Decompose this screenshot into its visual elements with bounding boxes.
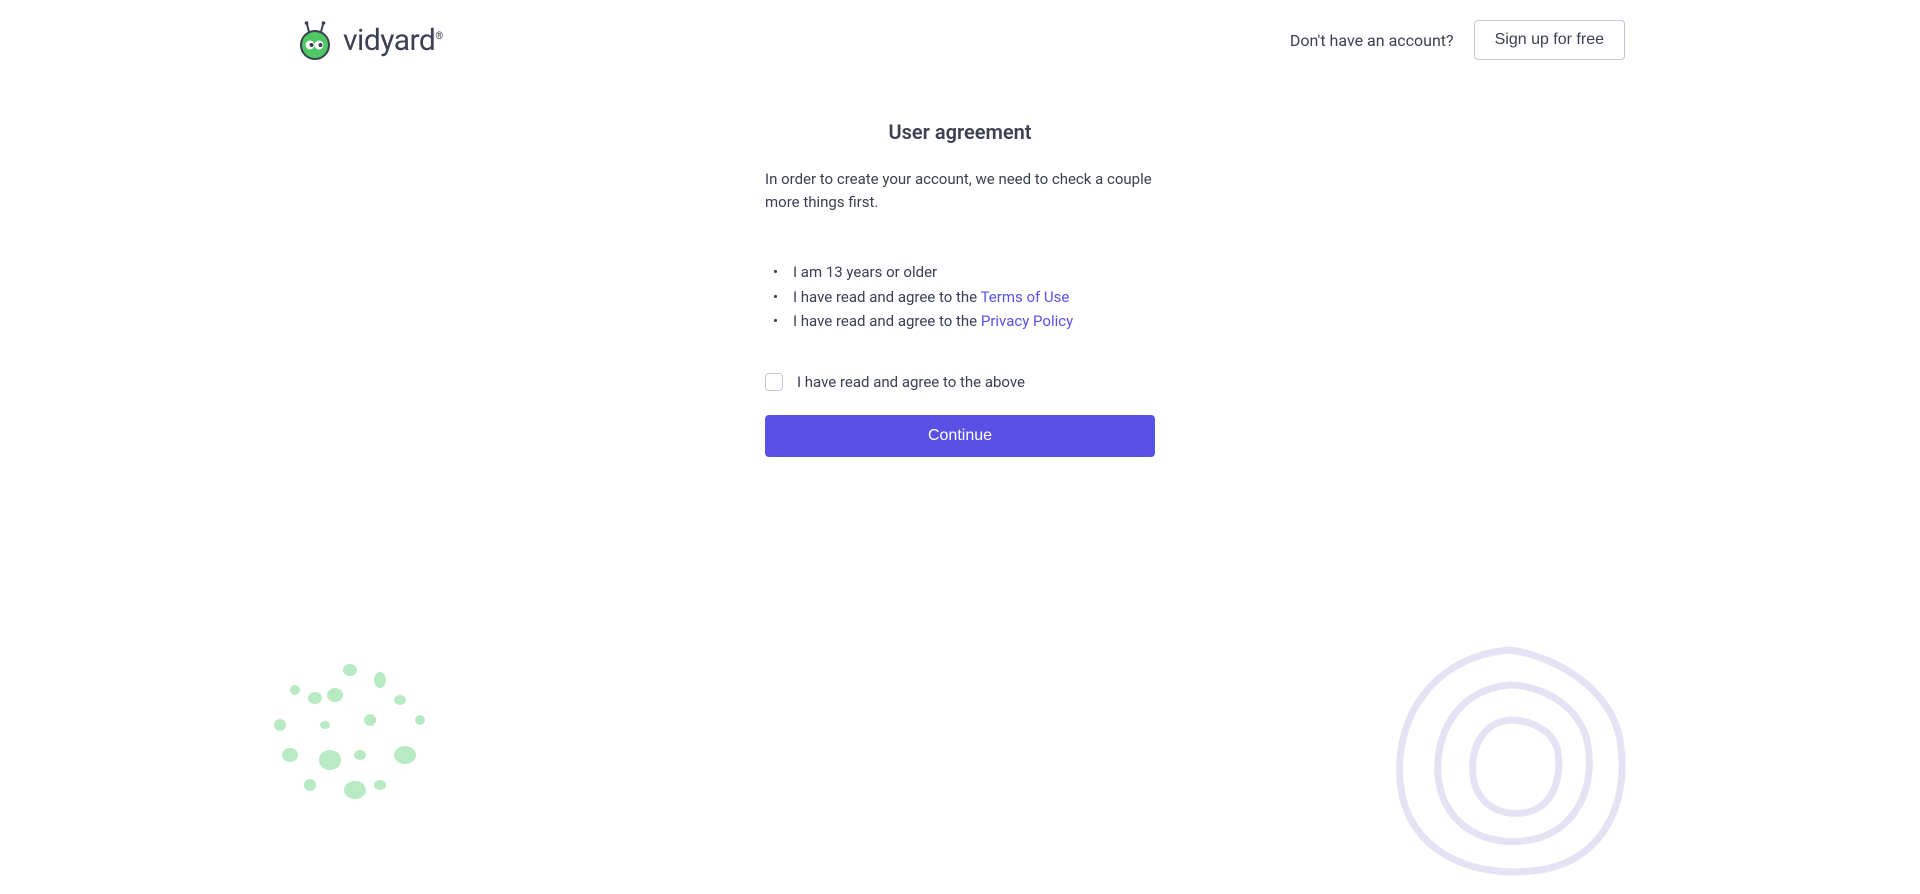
term-item-tos: I have read and agree to the Terms of Us… — [765, 286, 1155, 309]
term-text: I have read and agree to the — [793, 312, 981, 330]
term-item-privacy: I have read and agree to the Privacy Pol… — [765, 310, 1155, 333]
header: vidyard® Don't have an account? Sign up … — [0, 0, 1920, 80]
agree-checkbox-row: I have read and agree to the above — [765, 373, 1155, 391]
header-right: Don't have an account? Sign up for free — [1290, 20, 1625, 60]
main-content: User agreement In order to create your a… — [765, 120, 1155, 457]
term-text: I am 13 years or older — [793, 263, 937, 281]
term-text: I have read and agree to the — [793, 288, 981, 306]
intro-text: In order to create your account, we need… — [765, 168, 1155, 213]
privacy-policy-link[interactable]: Privacy Policy — [981, 312, 1073, 330]
decoration-dots — [270, 650, 450, 830]
brand-name: vidyard® — [343, 23, 443, 58]
agree-checkbox-label[interactable]: I have read and agree to the above — [797, 373, 1025, 391]
decoration-swirl — [1380, 630, 1640, 890]
term-item-age: I am 13 years or older — [765, 261, 1155, 284]
terms-of-use-link[interactable]: Terms of Use — [981, 288, 1070, 306]
continue-button[interactable]: Continue — [765, 415, 1155, 457]
terms-list: I am 13 years or older I have read and a… — [765, 261, 1155, 333]
agree-checkbox[interactable] — [765, 373, 783, 391]
page-title: User agreement — [765, 120, 1155, 144]
vidyard-logo-icon — [295, 20, 335, 60]
no-account-text: Don't have an account? — [1290, 31, 1454, 50]
signup-button[interactable]: Sign up for free — [1474, 20, 1625, 60]
logo[interactable]: vidyard® — [295, 20, 443, 60]
